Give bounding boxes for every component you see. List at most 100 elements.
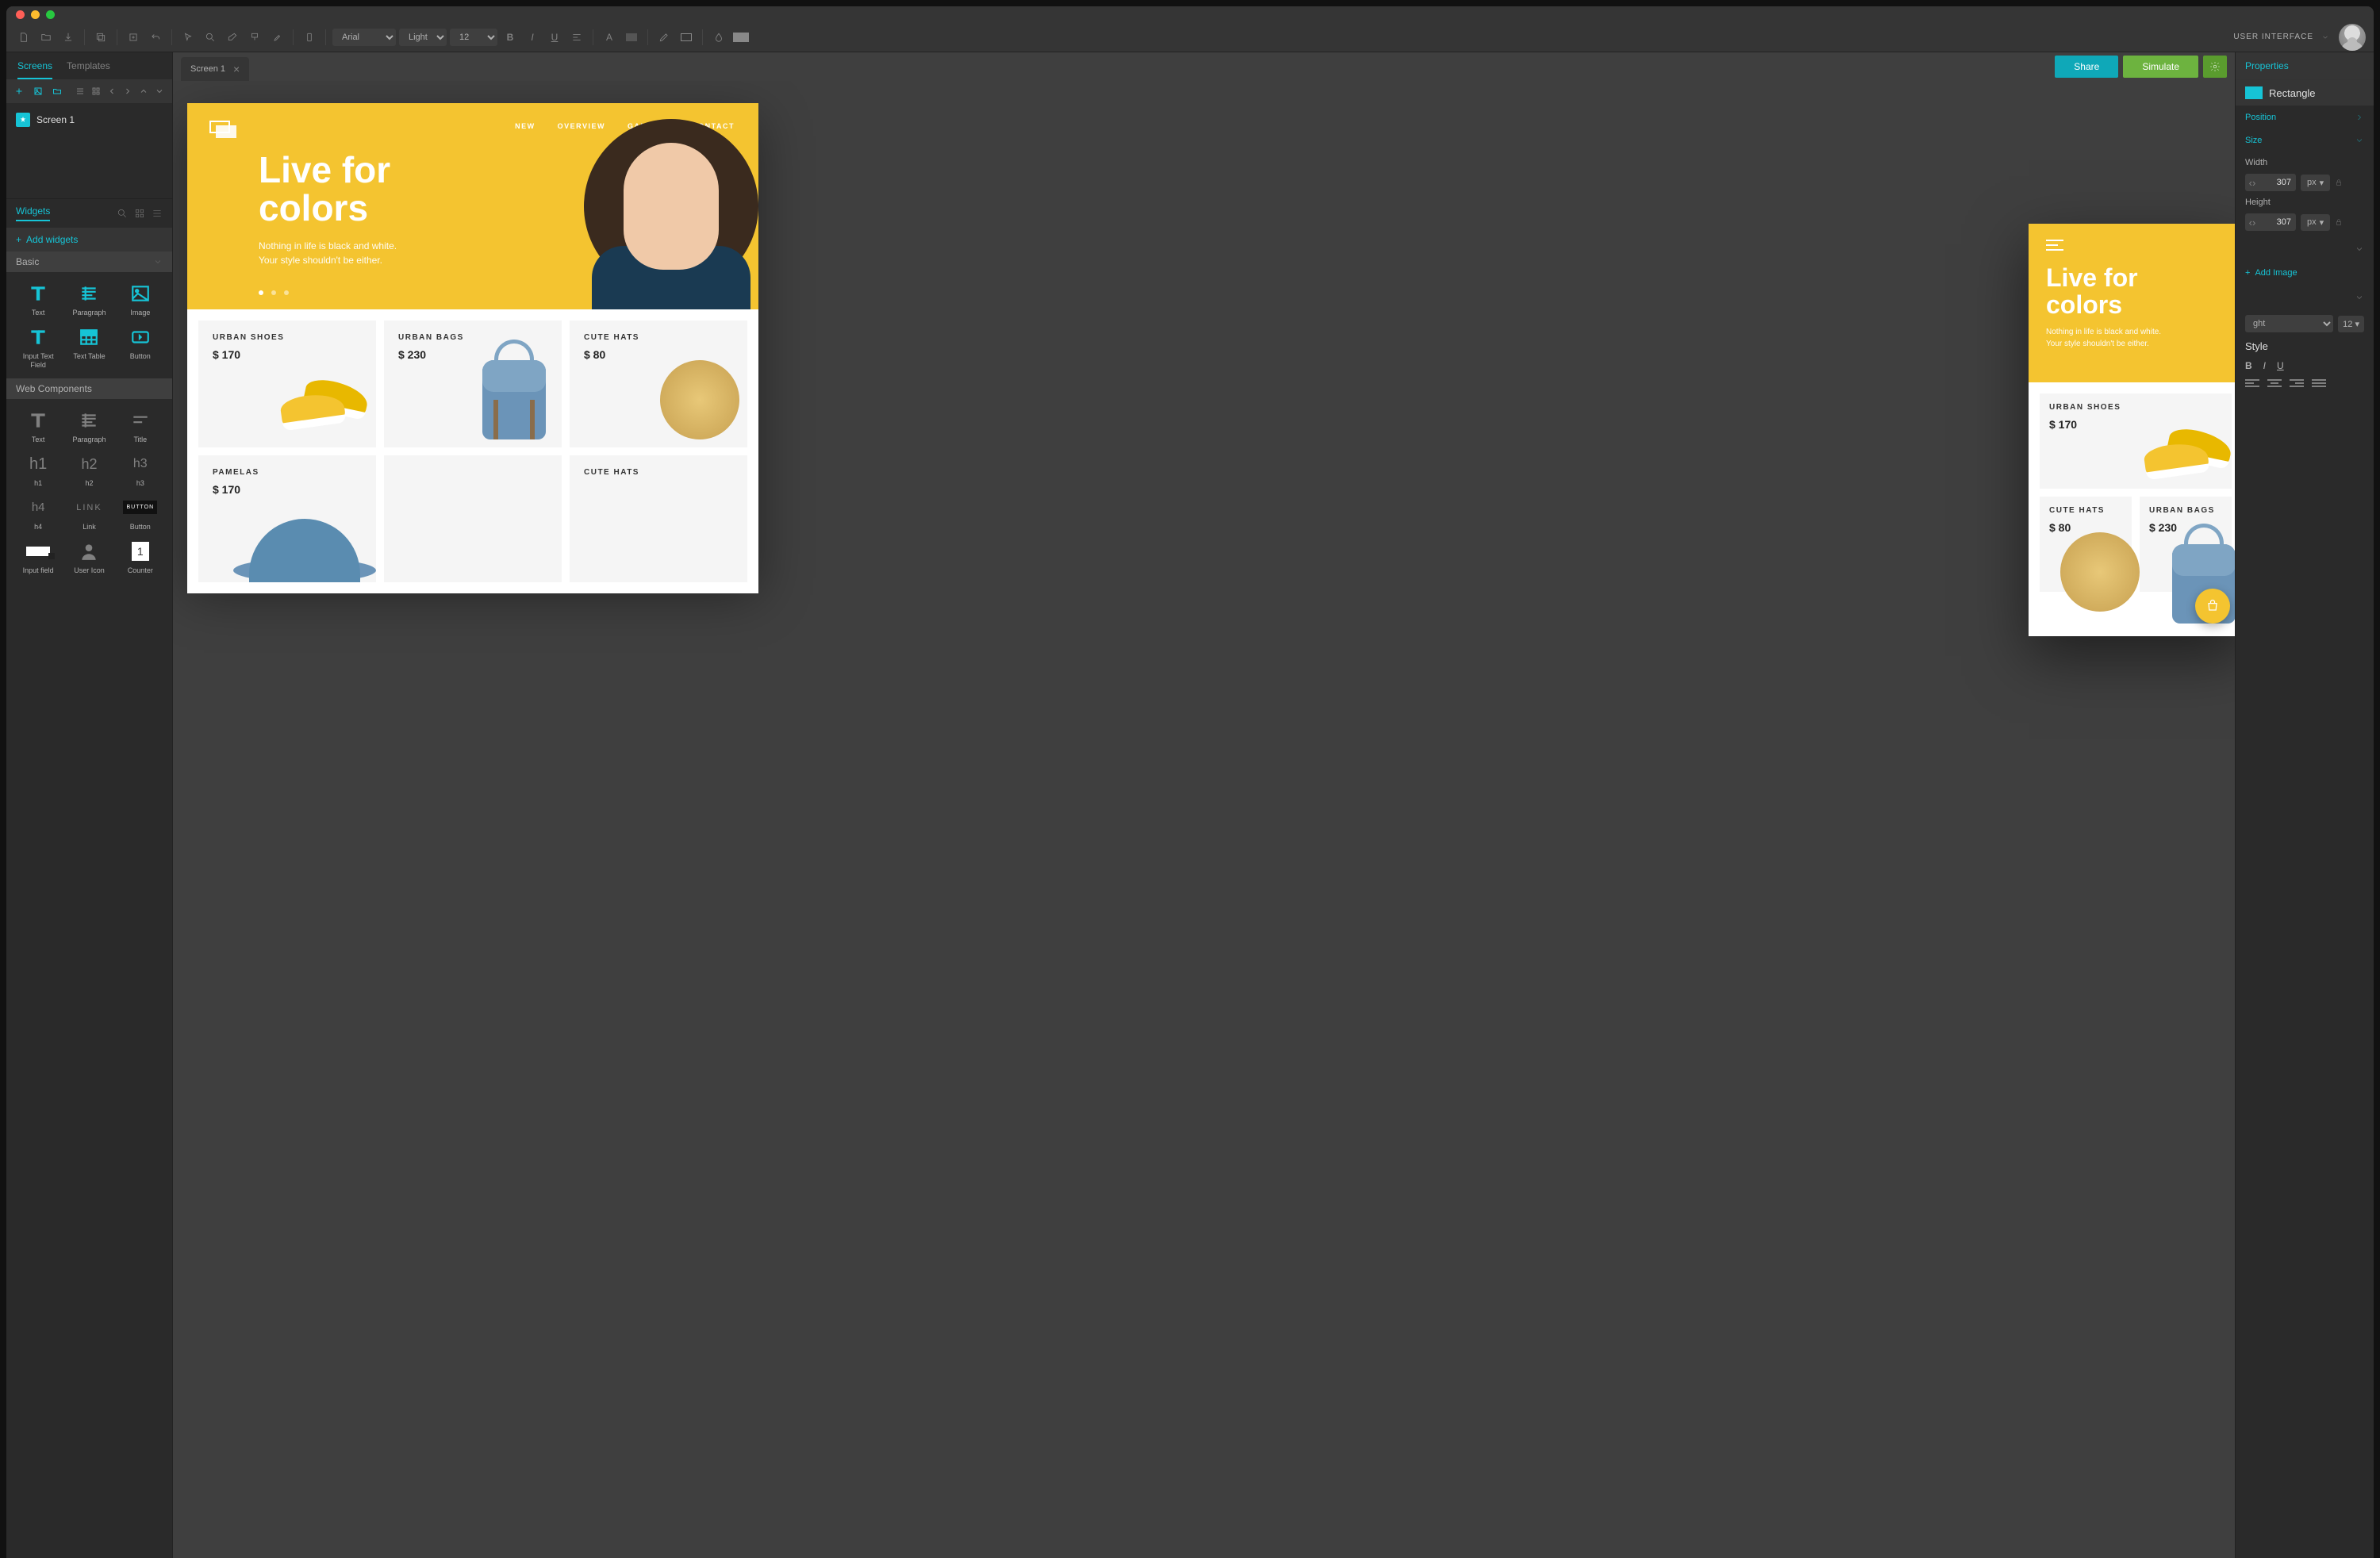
widget-h1[interactable]: h1h1 <box>14 452 62 488</box>
text-weight-select[interactable]: ght <box>2245 315 2333 332</box>
device-icon[interactable] <box>300 28 319 47</box>
simulate-settings-button[interactable] <box>2203 56 2227 78</box>
hamburger-icon[interactable] <box>2046 240 2063 251</box>
search-icon[interactable] <box>117 208 128 219</box>
underline-button[interactable]: U <box>2277 360 2284 371</box>
canvas-tab[interactable]: Screen 1 × <box>181 57 249 81</box>
canvas[interactable]: NEW OVERVIEW GALLERY CONTACT Live forcol… <box>173 81 2235 1558</box>
new-file-icon[interactable] <box>14 28 33 47</box>
collapse-row[interactable] <box>2236 286 2374 309</box>
widget-link[interactable]: LINKLink <box>65 496 113 531</box>
brush-icon[interactable] <box>267 28 286 47</box>
product-card[interactable] <box>384 455 562 582</box>
product-card[interactable]: CUTE HATS $ 80 <box>2040 497 2132 592</box>
product-card[interactable]: URBAN BAGS $ 230 <box>384 320 562 447</box>
font-family-select[interactable]: Arial <box>332 29 396 46</box>
product-card[interactable]: CUTE HATS <box>570 455 747 582</box>
tab-screens[interactable]: Screens <box>17 60 52 79</box>
width-unit[interactable]: px ▾ <box>2301 175 2330 191</box>
widget-user-icon[interactable]: User Icon <box>65 539 113 575</box>
lock-icon[interactable] <box>2335 177 2343 189</box>
close-tab-icon[interactable]: × <box>233 63 240 75</box>
list-icon[interactable] <box>74 85 86 98</box>
widget-text-table[interactable]: Text Table <box>65 325 113 370</box>
arrow-up-icon[interactable] <box>137 85 150 98</box>
category-basic[interactable]: Basic <box>6 251 172 272</box>
height-unit[interactable]: px ▾ <box>2301 214 2330 231</box>
widget-button[interactable]: Button <box>117 325 164 370</box>
arrow-left-icon[interactable] <box>106 85 118 98</box>
bold-button[interactable]: B <box>2245 360 2252 371</box>
mobile-mock[interactable]: Live forcolors Nothing in life is black … <box>2029 224 2235 636</box>
swatch-icon[interactable] <box>731 28 750 47</box>
minimize-window-icon[interactable] <box>31 10 40 19</box>
screen-item[interactable]: Screen 1 <box>14 109 164 130</box>
add-widgets-button[interactable]: + Add widgets <box>6 228 172 251</box>
align-justify-button[interactable] <box>2312 379 2326 390</box>
stepper-icon[interactable]: ‹› <box>2245 174 2259 191</box>
list-view-icon[interactable] <box>152 208 163 219</box>
collapse-row[interactable] <box>2236 237 2374 260</box>
paint-icon[interactable] <box>245 28 264 47</box>
share-button[interactable]: Share <box>2055 56 2118 78</box>
product-card[interactable]: CUTE HATS $ 80 <box>570 320 747 447</box>
widget-paragraph[interactable]: Paragraph <box>65 282 113 317</box>
lock-icon[interactable] <box>2335 217 2343 228</box>
close-window-icon[interactable] <box>16 10 25 19</box>
widget-input-text-field[interactable]: Input Text Field <box>14 325 62 370</box>
position-section[interactable]: Position <box>2236 106 2374 129</box>
stepper-icon[interactable]: ‹› <box>2245 213 2259 231</box>
avatar[interactable] <box>2339 24 2366 51</box>
grid-view-icon[interactable] <box>134 208 145 219</box>
category-web-components[interactable]: Web Components <box>6 378 172 399</box>
product-card[interactable]: URBAN BAGS $ 230 <box>2140 497 2232 592</box>
copy-icon[interactable] <box>91 28 110 47</box>
product-card[interactable]: URBAN SHOES $ 170 <box>2040 393 2232 489</box>
height-value[interactable] <box>2259 214 2296 230</box>
width-input[interactable]: ‹› <box>2245 174 2296 191</box>
widget-input-field[interactable]: Input field <box>14 539 62 575</box>
arrow-down-icon[interactable] <box>153 85 166 98</box>
underline-icon[interactable]: U <box>545 28 564 47</box>
bold-icon[interactable]: B <box>501 28 520 47</box>
widget-web-button[interactable]: BUTTONButton <box>117 496 164 531</box>
align-left-button[interactable] <box>2245 379 2259 390</box>
product-card[interactable]: PAMELAS $ 170 <box>198 455 376 582</box>
widget-h3[interactable]: h3h3 <box>117 452 164 488</box>
size-section[interactable]: Size <box>2236 129 2374 152</box>
align-center-button[interactable] <box>2267 379 2282 390</box>
folder-icon[interactable] <box>51 85 63 98</box>
download-icon[interactable] <box>59 28 78 47</box>
align-right-button[interactable] <box>2290 379 2304 390</box>
open-folder-icon[interactable] <box>36 28 56 47</box>
widget-title[interactable]: Title <box>117 409 164 444</box>
maximize-window-icon[interactable] <box>46 10 55 19</box>
width-value[interactable] <box>2259 175 2296 190</box>
image-icon[interactable] <box>32 85 44 98</box>
widget-text[interactable]: Text <box>14 282 62 317</box>
undo-icon[interactable] <box>146 28 165 47</box>
border-icon[interactable] <box>677 28 696 47</box>
search-icon[interactable] <box>201 28 220 47</box>
eraser-icon[interactable] <box>223 28 242 47</box>
tab-templates[interactable]: Templates <box>67 60 110 79</box>
cart-fab[interactable] <box>2195 589 2230 624</box>
align-icon[interactable] <box>567 28 586 47</box>
add-screen-icon[interactable] <box>13 85 25 98</box>
add-image-button[interactable]: + Add Image <box>2236 260 2374 286</box>
cursor-icon[interactable] <box>178 28 198 47</box>
widget-web-text[interactable]: Text <box>14 409 62 444</box>
nav-new[interactable]: NEW <box>515 122 536 130</box>
widget-web-paragraph[interactable]: Paragraph <box>65 409 113 444</box>
font-weight-select[interactable]: Light <box>399 29 447 46</box>
font-size-select[interactable]: 12 <box>450 29 497 46</box>
italic-icon[interactable]: I <box>523 28 542 47</box>
opacity-icon[interactable] <box>709 28 728 47</box>
text-size-input[interactable]: 12 ▾ <box>2338 316 2364 332</box>
widget-image[interactable]: Image <box>117 282 164 317</box>
carousel-dots[interactable] <box>259 290 289 295</box>
simulate-button[interactable]: Simulate <box>2123 56 2198 78</box>
height-input[interactable]: ‹› <box>2245 213 2296 231</box>
widget-h2[interactable]: h2h2 <box>65 452 113 488</box>
user-role-dropdown[interactable]: USER INTERFACE <box>2233 33 2329 41</box>
